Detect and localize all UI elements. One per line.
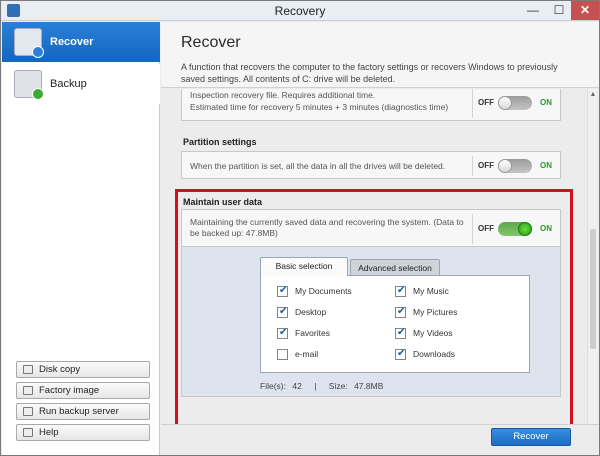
sidebar: Recover Backup Disk copy Factory image R… <box>2 22 160 455</box>
checkbox-box[interactable] <box>395 306 406 318</box>
backup-summary: File(s): 42 | Size: 47.8MB <box>260 381 387 391</box>
sidebar-item-recover[interactable]: Recover <box>2 22 160 62</box>
checkbox-box[interactable] <box>395 327 406 339</box>
checkbox-box[interactable] <box>277 285 288 297</box>
recover-button[interactable]: Recover <box>491 428 571 446</box>
checkbox-label: My Documents <box>295 286 352 296</box>
scroll-up-icon[interactable]: ▲ <box>588 89 598 101</box>
disk-copy-label: Disk copy <box>39 364 81 375</box>
maximize-button[interactable]: ☐ <box>546 1 572 20</box>
partition-text: When the partition is set, all the data … <box>190 161 446 171</box>
help-label: Help <box>39 427 59 438</box>
recovery-window: Recovery — ☐ ✕ Recover Backup Disk copy … <box>0 0 600 456</box>
factory-image-icon <box>23 386 33 395</box>
files-label: File(s): <box>260 381 286 391</box>
sidebar-item-label: Backup <box>50 78 87 90</box>
partition-toggle[interactable]: OFF ON <box>478 159 562 173</box>
title-bar: Recovery — ☐ ✕ <box>1 1 599 21</box>
card-divider <box>472 214 473 244</box>
toggle-switch[interactable] <box>498 222 532 236</box>
window-title: Recovery <box>274 4 326 18</box>
inspection-text-line2: Estimated time for recovery 5 minutes + … <box>190 102 449 112</box>
checkbox-label: My Videos <box>413 328 453 338</box>
toggle-on-label: ON <box>540 161 552 170</box>
footer-bar: Recover <box>161 424 599 455</box>
scrollbar-thumb[interactable] <box>590 229 596 349</box>
inspection-card: Inspection recovery file. Requires addit… <box>181 89 561 121</box>
disk-copy-icon <box>23 365 33 374</box>
backup-server-icon <box>23 407 33 416</box>
page-description: A function that recovers the computer to… <box>181 62 558 84</box>
settings-scroll-area[interactable]: Inspection recovery file. Requires addit… <box>161 89 599 445</box>
backup-icon <box>14 70 44 100</box>
folder-checklist: My Documents Desktop Favorites e-mail <box>260 275 530 373</box>
maintain-text: Maintaining the currently saved data and… <box>190 217 464 238</box>
checkbox-label: e-mail <box>295 349 319 359</box>
close-button[interactable]: ✕ <box>571 1 599 20</box>
help-icon <box>23 428 33 437</box>
disk-copy-button[interactable]: Disk copy <box>16 361 150 378</box>
checkbox-box[interactable] <box>277 349 288 360</box>
selection-panel: Basic selection Advanced selection My Do… <box>181 247 561 397</box>
checkbox-box[interactable] <box>395 285 406 297</box>
toggle-off-label: OFF <box>478 224 494 233</box>
maintain-toggle[interactable]: OFF ON <box>478 222 562 236</box>
recover-icon <box>14 28 44 58</box>
panel-pointer <box>366 239 380 246</box>
toggle-on-label: ON <box>540 98 552 107</box>
checkbox-box[interactable] <box>277 306 288 318</box>
page-title: Recover <box>181 34 241 51</box>
sidebar-item-label: Recover <box>50 36 94 48</box>
partition-card: When the partition is set, all the data … <box>181 151 561 179</box>
inspection-text-line1: Inspection recovery file. Requires addit… <box>190 90 376 100</box>
size-value: 47.8MB <box>354 381 384 391</box>
card-divider <box>472 156 473 176</box>
checkbox-label: Favorites <box>295 328 330 338</box>
minimize-button[interactable]: — <box>520 1 546 20</box>
inspection-toggle[interactable]: OFF ON <box>478 96 562 110</box>
checkbox-box[interactable] <box>395 348 406 360</box>
tab-basic-selection[interactable]: Basic selection <box>260 257 348 276</box>
checkbox-box[interactable] <box>277 327 288 339</box>
sidebar-item-backup[interactable]: Backup <box>2 64 160 104</box>
summary-separator: | <box>314 381 317 391</box>
factory-image-label: Factory image <box>39 385 100 396</box>
factory-image-button[interactable]: Factory image <box>16 382 150 399</box>
main-panel: Recover A function that recovers the com… <box>161 22 599 455</box>
toggle-on-label: ON <box>540 224 552 233</box>
toggle-off-label: OFF <box>478 98 494 107</box>
main-header: Recover A function that recovers the com… <box>161 22 599 88</box>
toggle-off-label: OFF <box>478 161 494 170</box>
checkbox-label: Desktop <box>295 307 327 317</box>
files-count: 42 <box>292 381 302 391</box>
checkbox-label: My Pictures <box>413 307 458 317</box>
checkbox-label: Downloads <box>413 349 456 359</box>
run-backup-server-label: Run backup server <box>39 406 119 417</box>
toggle-switch[interactable] <box>498 159 532 173</box>
maintain-user-data-title: Maintain user data <box>183 197 263 207</box>
size-label: Size: <box>328 381 348 391</box>
vertical-scrollbar[interactable]: ▲ ▼ <box>587 89 598 445</box>
checkbox-label: My Music <box>413 286 449 296</box>
run-backup-server-button[interactable]: Run backup server <box>16 403 150 420</box>
partition-settings-title: Partition settings <box>183 137 257 147</box>
help-button[interactable]: Help <box>16 424 150 441</box>
toggle-switch[interactable] <box>498 96 532 110</box>
card-divider <box>472 89 473 118</box>
